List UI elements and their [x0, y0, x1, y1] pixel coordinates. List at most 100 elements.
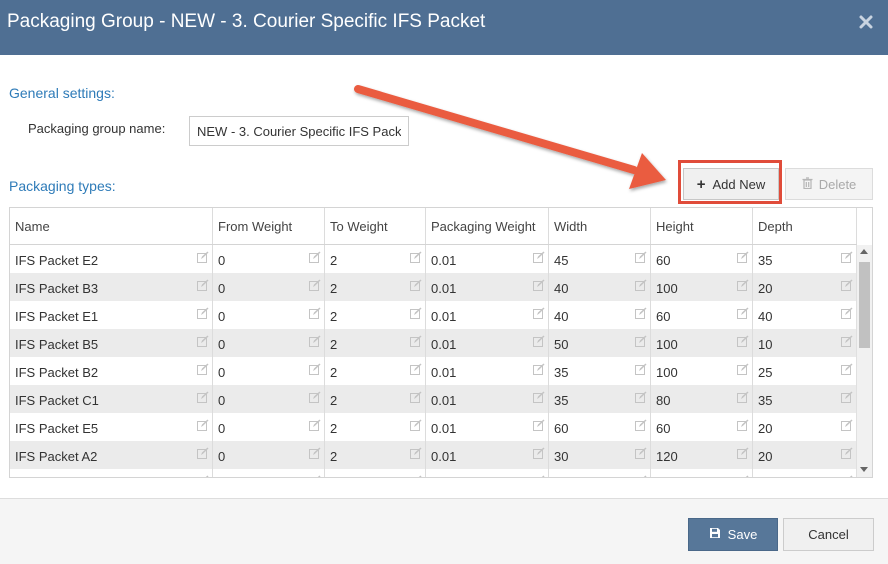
table-row[interactable]: IFS Packet A2 0 2 0.01 30 120 20 — [10, 441, 857, 469]
table-cell[interactable] — [10, 469, 213, 477]
edit-icon[interactable] — [410, 391, 422, 403]
table-cell[interactable] — [549, 469, 651, 477]
table-cell[interactable]: 0.01 — [426, 441, 549, 469]
edit-icon[interactable] — [309, 391, 321, 403]
column-header-to-weight[interactable]: To Weight — [325, 208, 426, 244]
table-cell[interactable]: 100 — [651, 357, 753, 385]
add-new-button[interactable]: + Add New — [683, 168, 779, 200]
edit-icon[interactable] — [410, 419, 422, 431]
edit-icon[interactable] — [635, 447, 647, 459]
scroll-up-icon[interactable] — [860, 249, 868, 254]
table-row[interactable]: IFS Packet E2 0 2 0.01 45 60 35 — [10, 245, 857, 273]
table-cell[interactable]: 60 — [651, 245, 753, 273]
edit-icon[interactable] — [737, 447, 749, 459]
edit-icon[interactable] — [841, 251, 853, 263]
table-cell[interactable]: 2 — [325, 413, 426, 441]
table-cell[interactable]: 60 — [549, 413, 651, 441]
table-cell[interactable]: 30 — [549, 441, 651, 469]
table-cell[interactable]: 60 — [651, 413, 753, 441]
table-cell[interactable] — [753, 469, 857, 477]
edit-icon[interactable] — [309, 475, 321, 477]
table-cell[interactable]: 120 — [651, 441, 753, 469]
table-row[interactable]: IFS Packet B5 0 2 0.01 50 100 10 — [10, 329, 857, 357]
delete-button[interactable]: Delete — [785, 168, 873, 200]
edit-icon[interactable] — [635, 335, 647, 347]
edit-icon[interactable] — [635, 391, 647, 403]
table-cell[interactable]: 35 — [549, 385, 651, 413]
table-cell[interactable]: 0.01 — [426, 245, 549, 273]
table-cell[interactable]: IFS Packet E1 — [10, 301, 213, 329]
edit-icon[interactable] — [309, 363, 321, 375]
save-button[interactable]: Save — [688, 518, 778, 551]
edit-icon[interactable] — [841, 447, 853, 459]
table-cell[interactable]: 40 — [549, 301, 651, 329]
edit-icon[interactable] — [197, 363, 209, 375]
edit-icon[interactable] — [410, 279, 422, 291]
edit-icon[interactable] — [841, 475, 853, 477]
edit-icon[interactable] — [533, 419, 545, 431]
table-cell[interactable]: 0 — [213, 245, 325, 273]
column-header-packaging-weight[interactable]: Packaging Weight — [426, 208, 549, 244]
table-cell[interactable]: 0 — [213, 329, 325, 357]
table-cell[interactable]: 0 — [213, 413, 325, 441]
edit-icon[interactable] — [197, 307, 209, 319]
table-cell[interactable]: 100 — [651, 273, 753, 301]
column-header-height[interactable]: Height — [651, 208, 753, 244]
edit-icon[interactable] — [635, 419, 647, 431]
edit-icon[interactable] — [197, 391, 209, 403]
table-cell[interactable]: 0 — [213, 273, 325, 301]
table-cell[interactable]: 0 — [213, 441, 325, 469]
edit-icon[interactable] — [197, 447, 209, 459]
edit-icon[interactable] — [197, 419, 209, 431]
table-cell[interactable]: 0 — [213, 385, 325, 413]
table-cell[interactable] — [426, 469, 549, 477]
table-cell[interactable]: 20 — [753, 441, 857, 469]
column-header-width[interactable]: Width — [549, 208, 651, 244]
edit-icon[interactable] — [533, 475, 545, 477]
packaging-group-name-input[interactable] — [189, 116, 409, 146]
edit-icon[interactable] — [197, 475, 209, 477]
table-cell[interactable]: 0.01 — [426, 413, 549, 441]
table-cell[interactable]: 25 — [753, 357, 857, 385]
edit-icon[interactable] — [841, 335, 853, 347]
table-cell[interactable]: 2 — [325, 245, 426, 273]
edit-icon[interactable] — [309, 307, 321, 319]
edit-icon[interactable] — [197, 251, 209, 263]
table-row[interactable]: IFS Packet E5 0 2 0.01 60 60 20 — [10, 413, 857, 441]
edit-icon[interactable] — [737, 335, 749, 347]
edit-icon[interactable] — [533, 251, 545, 263]
edit-icon[interactable] — [635, 307, 647, 319]
edit-icon[interactable] — [410, 307, 422, 319]
table-cell[interactable]: 35 — [753, 245, 857, 273]
edit-icon[interactable] — [410, 251, 422, 263]
table-cell[interactable]: 20 — [753, 273, 857, 301]
table-cell[interactable]: IFS Packet C1 — [10, 385, 213, 413]
edit-icon[interactable] — [309, 447, 321, 459]
table-row[interactable]: IFS Packet B2 0 2 0.01 35 100 25 — [10, 357, 857, 385]
table-cell[interactable]: 0.01 — [426, 301, 549, 329]
table-cell[interactable]: 0.01 — [426, 357, 549, 385]
edit-icon[interactable] — [309, 279, 321, 291]
edit-icon[interactable] — [737, 475, 749, 477]
edit-icon[interactable] — [410, 447, 422, 459]
edit-icon[interactable] — [410, 475, 422, 477]
edit-icon[interactable] — [737, 391, 749, 403]
edit-icon[interactable] — [841, 419, 853, 431]
table-cell[interactable]: 0.01 — [426, 329, 549, 357]
edit-icon[interactable] — [737, 363, 749, 375]
edit-icon[interactable] — [737, 251, 749, 263]
table-row[interactable]: IFS Packet E1 0 2 0.01 40 60 40 — [10, 301, 857, 329]
table-cell[interactable]: 35 — [753, 385, 857, 413]
table-cell[interactable]: 2 — [325, 357, 426, 385]
table-cell[interactable]: 20 — [753, 413, 857, 441]
edit-icon[interactable] — [533, 391, 545, 403]
edit-icon[interactable] — [841, 391, 853, 403]
table-cell[interactable]: 2 — [325, 385, 426, 413]
edit-icon[interactable] — [737, 419, 749, 431]
table-row[interactable]: IFS Packet B3 0 2 0.01 40 100 20 — [10, 273, 857, 301]
table-cell[interactable]: 100 — [651, 329, 753, 357]
edit-icon[interactable] — [533, 447, 545, 459]
close-icon[interactable] — [858, 14, 874, 30]
edit-icon[interactable] — [309, 251, 321, 263]
table-cell[interactable] — [213, 469, 325, 477]
